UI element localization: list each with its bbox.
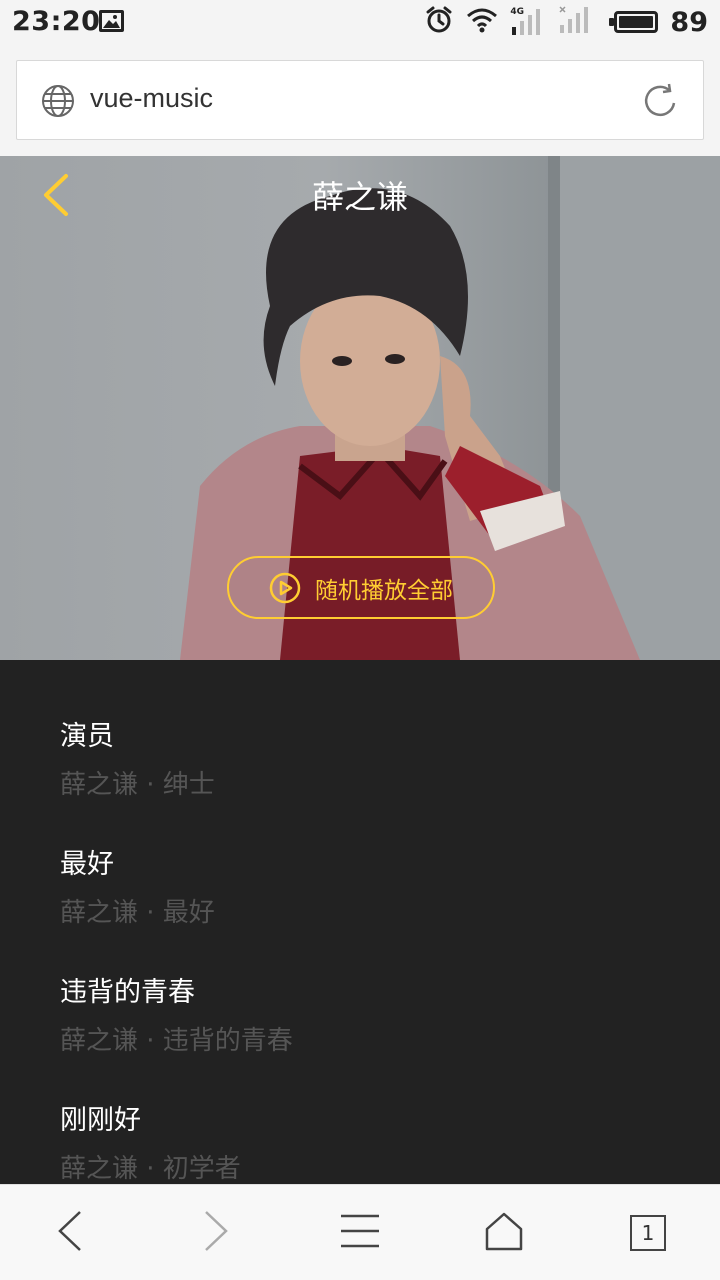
browser-home-button[interactable] (456, 1185, 552, 1280)
song-name: 违背的青春 (60, 977, 195, 1008)
alarm-icon (424, 5, 454, 39)
random-play-label: 随机播放全部 (315, 577, 453, 604)
browser-back-button[interactable] (22, 1185, 118, 1280)
browser-tabs-button[interactable]: 1 (600, 1185, 696, 1280)
globe-icon (41, 84, 75, 118)
chevron-right-icon (202, 1209, 230, 1257)
menu-icon (339, 1213, 381, 1253)
song-desc: 薛之谦 · 违背的青春 (60, 1026, 293, 1056)
url-text: vue-music (90, 83, 214, 113)
song-item[interactable]: 演员 薛之谦 · 绅士 (60, 718, 660, 803)
status-bar: 23:20 4G 89 (0, 0, 720, 46)
song-name: 刚刚好 (60, 1105, 141, 1136)
home-icon (484, 1211, 524, 1255)
song-item[interactable]: 违背的青春 薛之谦 · 违背的青春 (60, 974, 660, 1059)
browser-bottom-bar: 1 (0, 1184, 720, 1280)
battery-icon (609, 11, 659, 33)
song-desc: 薛之谦 · 最好 (60, 898, 215, 928)
chevron-left-icon (56, 1209, 84, 1257)
song-item[interactable]: 刚刚好 薛之谦 · 初学者 (60, 1102, 660, 1184)
signal-icon: 4G (510, 7, 546, 37)
song-name: 演员 (60, 721, 114, 752)
tab-count: 1 (630, 1215, 666, 1251)
no-signal-icon (558, 5, 594, 39)
song-desc: 薛之谦 · 初学者 (60, 1154, 241, 1184)
song-list: 演员 薛之谦 · 绅士 最好 薛之谦 · 最好 违背的青春 薛之谦 · 违背的青… (0, 660, 720, 1184)
battery-level: 89 (670, 6, 708, 38)
song-desc: 薛之谦 · 绅士 (60, 770, 215, 800)
song-name: 最好 (60, 849, 114, 880)
wifi-icon (466, 7, 498, 37)
status-icons: 4G 89 (424, 5, 708, 39)
page-title: 薛之谦 (311, 178, 408, 216)
image-icon (99, 10, 124, 32)
browser-menu-button[interactable] (312, 1185, 408, 1280)
song-item[interactable]: 最好 薛之谦 · 最好 (60, 846, 660, 931)
status-time: 23:20 (12, 6, 101, 37)
url-bar[interactable]: vue-music (16, 60, 704, 140)
reload-icon[interactable] (641, 81, 681, 121)
browser-url-area: vue-music (0, 46, 720, 156)
browser-forward-button[interactable] (168, 1185, 264, 1280)
play-icon (269, 572, 301, 604)
random-play-all-button[interactable]: 随机播放全部 (227, 556, 495, 619)
singer-header-image: 薛之谦 随机播放全部 (0, 156, 720, 660)
